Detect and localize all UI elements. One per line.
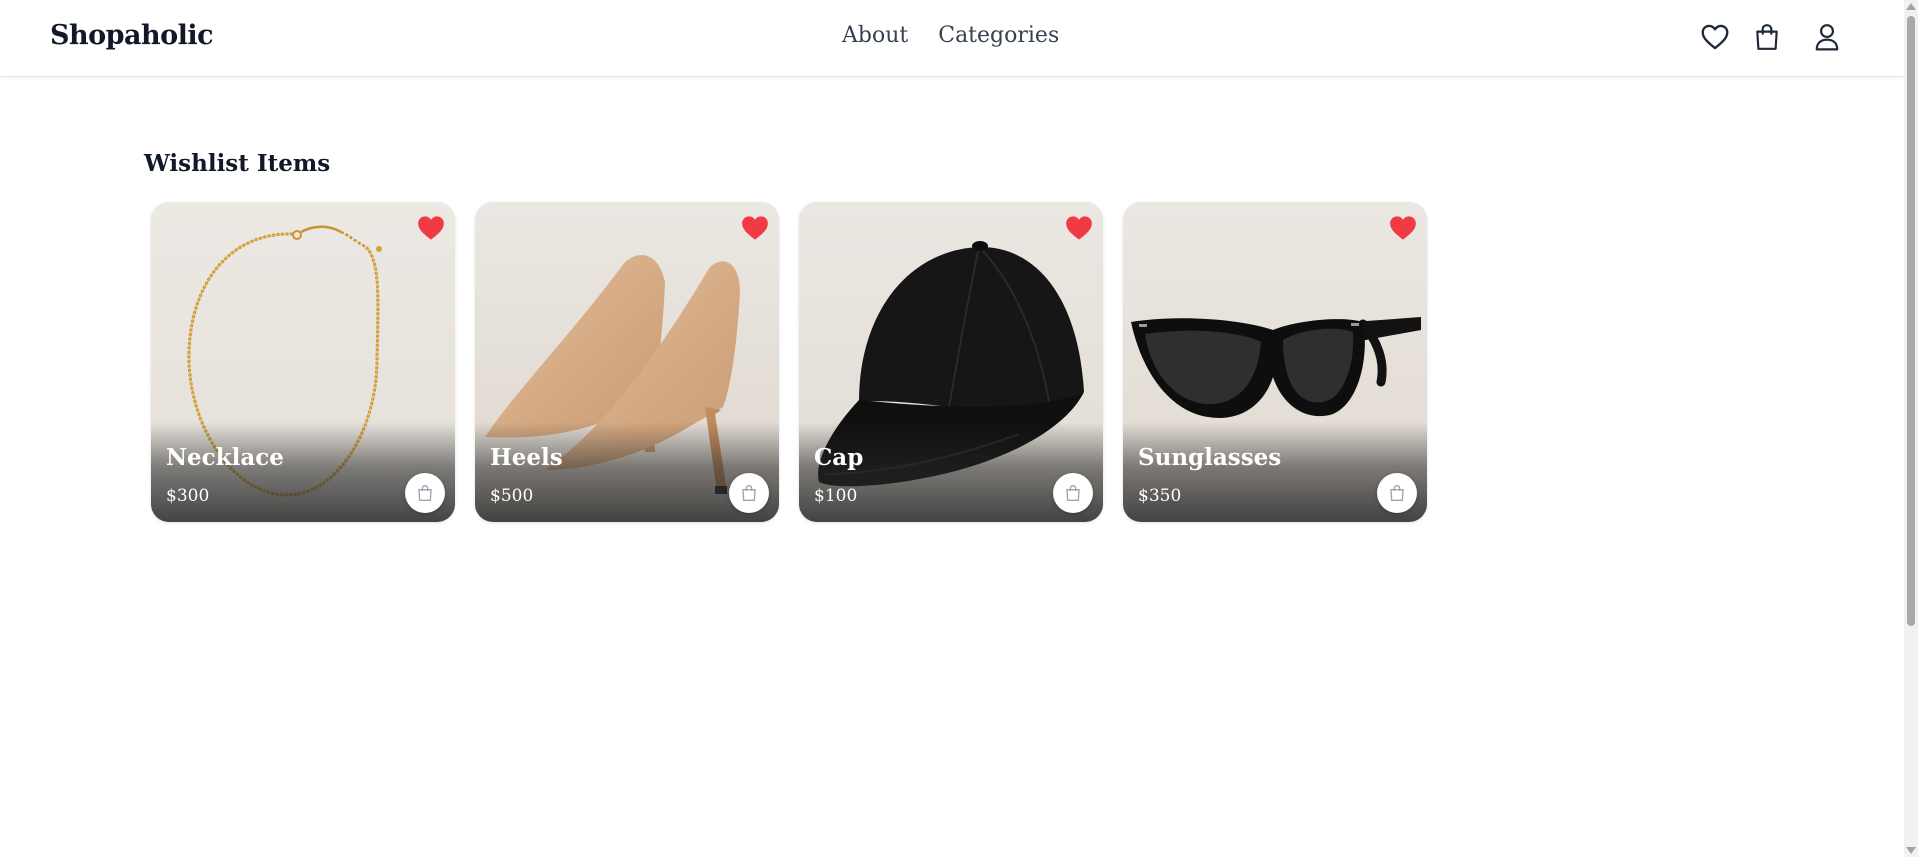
main-nav: About Categories bbox=[842, 23, 1059, 48]
wishlist-card[interactable]: Cap $100 bbox=[799, 202, 1103, 522]
card-gradient bbox=[151, 422, 455, 522]
heart-filled-icon[interactable] bbox=[1389, 214, 1417, 242]
scroll-thumb[interactable] bbox=[1907, 16, 1915, 626]
nav-link-about[interactable]: About bbox=[842, 23, 908, 48]
heart-icon bbox=[1701, 24, 1729, 50]
wishlist-button[interactable] bbox=[1700, 21, 1730, 53]
product-name: Necklace bbox=[166, 444, 284, 471]
product-price: $350 bbox=[1138, 486, 1182, 506]
shopping-bag-icon bbox=[1066, 484, 1080, 501]
account-button[interactable] bbox=[1812, 21, 1842, 53]
product-name: Sunglasses bbox=[1138, 444, 1282, 471]
vertical-scrollbar[interactable] bbox=[1904, 0, 1918, 857]
brand-logo[interactable]: Shopaholic bbox=[50, 20, 214, 51]
add-to-cart-button[interactable] bbox=[729, 473, 769, 513]
add-to-cart-button[interactable] bbox=[1377, 473, 1417, 513]
scroll-up-arrow-icon[interactable] bbox=[1906, 3, 1916, 10]
heart-filled-icon[interactable] bbox=[741, 214, 769, 242]
wishlist-card[interactable]: Heels $500 bbox=[475, 202, 779, 522]
shopping-bag-icon bbox=[742, 484, 756, 501]
page-title: Wishlist Items bbox=[144, 150, 331, 177]
user-icon bbox=[1815, 24, 1839, 51]
card-gradient bbox=[1123, 422, 1427, 522]
page: Shopaholic About Categories Wishlist Ite… bbox=[0, 0, 1918, 857]
wishlist-card[interactable]: Sunglasses $350 bbox=[1123, 202, 1427, 522]
wishlist-grid: Necklace $300 Heels $500 Cap $100 Sungla… bbox=[151, 202, 1427, 522]
shopping-bag-icon bbox=[418, 484, 432, 501]
heart-filled-icon[interactable] bbox=[417, 214, 445, 242]
card-gradient bbox=[475, 422, 779, 522]
cart-button[interactable] bbox=[1752, 21, 1782, 53]
add-to-cart-button[interactable] bbox=[405, 473, 445, 513]
product-price: $100 bbox=[814, 486, 858, 506]
add-to-cart-button[interactable] bbox=[1053, 473, 1093, 513]
header-actions bbox=[1700, 21, 1842, 53]
top-navbar: Shopaholic About Categories bbox=[0, 0, 1904, 77]
heart-filled-icon[interactable] bbox=[1065, 214, 1093, 242]
scroll-down-arrow-icon[interactable] bbox=[1906, 847, 1916, 854]
card-gradient bbox=[799, 422, 1103, 522]
product-name: Heels bbox=[490, 444, 563, 471]
wishlist-card[interactable]: Necklace $300 bbox=[151, 202, 455, 522]
shopping-bag-icon bbox=[1390, 484, 1404, 501]
nav-link-categories[interactable]: Categories bbox=[938, 23, 1059, 48]
product-name: Cap bbox=[814, 444, 864, 471]
product-price: $300 bbox=[166, 486, 210, 506]
shopping-bag-icon bbox=[1756, 24, 1778, 50]
product-price: $500 bbox=[490, 486, 534, 506]
